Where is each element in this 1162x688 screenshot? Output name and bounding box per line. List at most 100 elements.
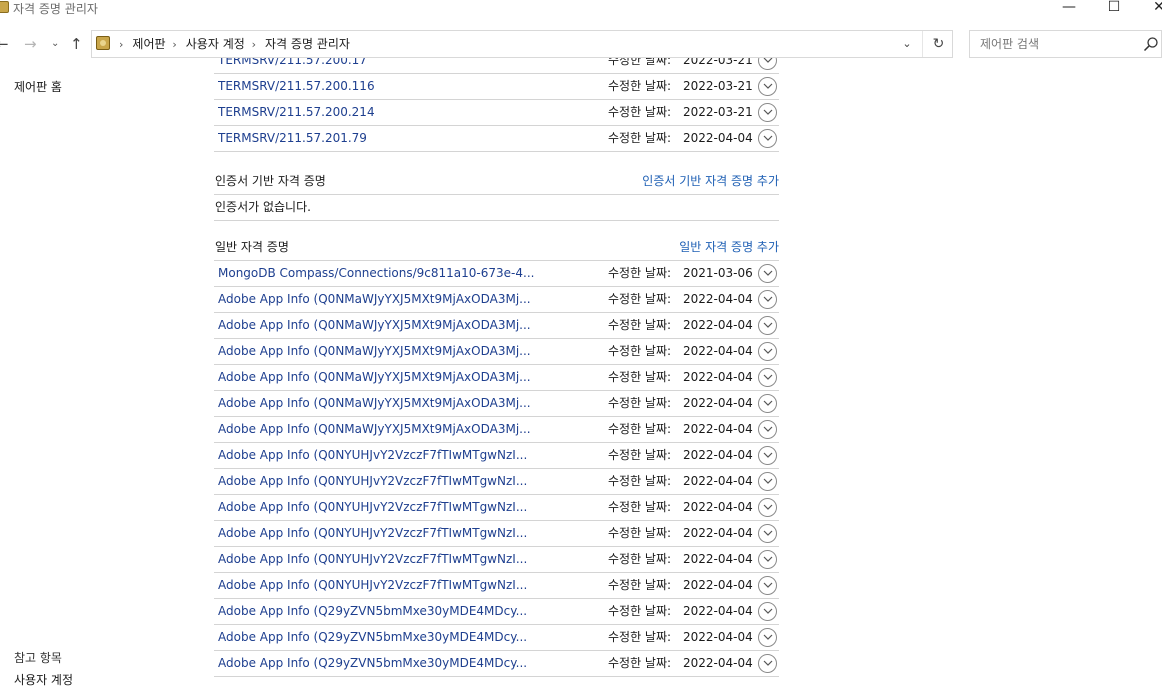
recent-locations-button[interactable]: ⌄ [51,34,59,54]
expand-chevron-icon[interactable] [758,103,777,122]
modified-date-label: 수정한 날짜: [608,448,672,462]
credential-name[interactable]: TERMSRV/211.57.200.214 [218,100,375,125]
maximize-button[interactable]: ☐ [1091,0,1137,18]
credential-name[interactable]: Adobe App Info (Q29yZVN5bmMxe30yMDE4MDcy… [218,651,527,676]
modified-date: 2022-04-04 [683,292,753,306]
modified-date: 2022-04-04 [683,448,753,462]
credential-row[interactable]: Adobe App Info (Q29yZVN5bmMxe30yMDE4MDcy… [214,651,779,677]
credential-row[interactable]: Adobe App Info (Q0NYUHJvY2VzczF7fTIwMTgw… [214,521,779,547]
minimize-button[interactable]: — [1046,0,1092,18]
credential-row[interactable]: Adobe App Info (Q0NMaWJyYXJ5MXt9MjAxODA3… [214,313,779,339]
up-button[interactable]: ↑ [70,34,83,54]
credential-row[interactable]: Adobe App Info (Q0NYUHJvY2VzczF7fTIwMTgw… [214,469,779,495]
credential-row[interactable]: Adobe App Info (Q29yZVN5bmMxe30yMDE4MDcy… [214,625,779,651]
credential-row[interactable]: TERMSRV/211.57.200.17 수정한 날짜: 2022-03-21 [214,58,779,74]
credential-row[interactable]: TERMSRV/211.57.200.214 수정한 날짜: 2022-03-2… [214,100,779,126]
credential-row[interactable]: Adobe App Info (Q0NYUHJvY2VzczF7fTIwMTgw… [214,573,779,599]
credential-name[interactable]: Adobe App Info (Q0NMaWJyYXJ5MXt9MjAxODA3… [218,339,531,364]
modified-date-label: 수정한 날짜: [608,552,672,566]
expand-chevron-icon[interactable] [758,498,777,517]
credential-row[interactable]: Adobe App Info (Q0NMaWJyYXJ5MXt9MjAxODA3… [214,391,779,417]
control-panel-icon [96,36,110,50]
credential-name[interactable]: MongoDB Compass/Connections/9c811a10-673… [218,261,534,286]
credential-row[interactable]: MongoDB Compass/Connections/9c811a10-673… [214,261,779,287]
search-icon[interactable] [1143,36,1159,52]
credential-name[interactable]: TERMSRV/211.57.200.17 [218,58,367,73]
credential-row[interactable]: Adobe App Info (Q0NMaWJyYXJ5MXt9MjAxODA3… [214,365,779,391]
credential-row[interactable]: Adobe App Info (Q0NMaWJyYXJ5MXt9MjAxODA3… [214,287,779,313]
expand-chevron-icon[interactable] [758,264,777,283]
credential-name[interactable]: Adobe App Info (Q0NMaWJyYXJ5MXt9MjAxODA3… [218,313,531,338]
credential-row[interactable]: Adobe App Info (Q0NMaWJyYXJ5MXt9MjAxODA3… [214,339,779,365]
expand-chevron-icon[interactable] [758,368,777,387]
credentials-content: TERMSRV/211.57.200.17 수정한 날짜: 2022-03-21… [0,58,1162,679]
credential-name[interactable]: Adobe App Info (Q29yZVN5bmMxe30yMDE4MDcy… [218,599,527,624]
close-button[interactable]: ✕ [1136,0,1162,18]
expand-chevron-icon[interactable] [758,602,777,621]
modified-date-label: 수정한 날짜: [608,318,672,332]
modified-date: 2022-04-04 [683,526,753,540]
address-bar[interactable]: › 제어판 › 사용자 계정 › 자격 증명 관리자 ⌄ ↻ [91,30,953,58]
credential-row[interactable]: Adobe App Info (Q0NYUHJvY2VzczF7fTIwMTgw… [214,443,779,469]
modified-date-label: 수정한 날짜: [608,105,672,119]
expand-chevron-icon[interactable] [758,524,777,543]
expand-chevron-icon[interactable] [758,77,777,96]
expand-chevron-icon[interactable] [758,420,777,439]
credential-name[interactable]: Adobe App Info (Q0NYUHJvY2VzczF7fTIwMTgw… [218,495,527,520]
back-button[interactable]: ← [0,34,9,54]
refresh-button[interactable]: ↻ [922,31,954,57]
expand-chevron-icon[interactable] [758,446,777,465]
forward-button[interactable]: → [24,34,37,54]
credential-row[interactable]: Adobe App Info (Q29yZVN5bmMxe30yMDE4MDcy… [214,599,779,625]
expand-chevron-icon[interactable] [758,654,777,673]
expand-chevron-icon[interactable] [758,316,777,335]
credential-row[interactable]: TERMSRV/211.57.201.79 수정한 날짜: 2022-04-04 [214,126,779,152]
expand-chevron-icon[interactable] [758,129,777,148]
expand-chevron-icon[interactable] [758,290,777,309]
modified-date-label: 수정한 날짜: [608,422,672,436]
credential-name[interactable]: Adobe App Info (Q0NYUHJvY2VzczF7fTIwMTgw… [218,547,527,572]
credential-name[interactable]: Adobe App Info (Q0NMaWJyYXJ5MXt9MjAxODA3… [218,365,531,390]
search-input[interactable]: 제어판 검색 [969,30,1162,58]
expand-chevron-icon[interactable] [758,550,777,569]
modified-date: 2022-04-04 [683,630,753,644]
breadcrumb-separator[interactable]: › [172,38,176,51]
modified-date: 2022-04-04 [683,578,753,592]
expand-chevron-icon[interactable] [758,58,777,70]
credential-name[interactable]: Adobe App Info (Q0NYUHJvY2VzczF7fTIwMTgw… [218,521,527,546]
breadcrumb-credential-manager[interactable]: 자격 증명 관리자 [265,37,350,51]
credential-name[interactable]: Adobe App Info (Q0NMaWJyYXJ5MXt9MjAxODA3… [218,417,531,442]
modified-date: 2022-03-21 [683,105,753,119]
credential-row[interactable]: Adobe App Info (Q0NYUHJvY2VzczF7fTIwMTgw… [214,547,779,573]
modified-date: 2022-03-21 [683,79,753,93]
credential-row[interactable]: TERMSRV/211.57.200.116 수정한 날짜: 2022-03-2… [214,74,779,100]
expand-chevron-icon[interactable] [758,576,777,595]
credential-row[interactable]: Adobe App Info (Q0NMaWJyYXJ5MXt9MjAxODA3… [214,417,779,443]
add-certificate-credential-link[interactable]: 인증서 기반 자격 증명 추가 [642,169,779,193]
modified-date: 2022-04-04 [683,422,753,436]
address-dropdown-button[interactable]: ⌄ [898,31,916,57]
credential-row[interactable]: Adobe App Info (Q0NYUHJvY2VzczF7fTIwMTgw… [214,495,779,521]
credential-name[interactable]: Adobe App Info (Q0NYUHJvY2VzczF7fTIwMTgw… [218,573,527,598]
expand-chevron-icon[interactable] [758,472,777,491]
credential-name[interactable]: TERMSRV/211.57.201.79 [218,126,367,151]
expand-chevron-icon[interactable] [758,394,777,413]
credential-name[interactable]: TERMSRV/211.57.200.116 [218,74,375,99]
add-generic-credential-link[interactable]: 일반 자격 증명 추가 [679,235,779,259]
expand-chevron-icon[interactable] [758,342,777,361]
window-title: 자격 증명 관리자 [13,2,98,16]
credential-name[interactable]: Adobe App Info (Q0NYUHJvY2VzczF7fTIwMTgw… [218,469,527,494]
generic-credentials-list: MongoDB Compass/Connections/9c811a10-673… [214,261,779,677]
modified-date: 2022-03-21 [683,58,753,67]
breadcrumb-separator[interactable]: › [252,38,256,51]
breadcrumb: › 제어판 › 사용자 계정 › 자격 증명 관리자 [116,31,350,57]
breadcrumb-control-panel[interactable]: 제어판 [132,37,165,51]
credential-name[interactable]: Adobe App Info (Q0NYUHJvY2VzczF7fTIwMTgw… [218,443,527,468]
breadcrumb-user-accounts[interactable]: 사용자 계정 [186,37,245,51]
expand-chevron-icon[interactable] [758,628,777,647]
credential-name[interactable]: Adobe App Info (Q29yZVN5bmMxe30yMDE4MDcy… [218,625,527,650]
credential-name[interactable]: Adobe App Info (Q0NMaWJyYXJ5MXt9MjAxODA3… [218,391,531,416]
breadcrumb-separator[interactable]: › [119,38,123,51]
credential-name[interactable]: Adobe App Info (Q0NMaWJyYXJ5MXt9MjAxODA3… [218,287,531,312]
modified-date-label: 수정한 날짜: [608,500,672,514]
